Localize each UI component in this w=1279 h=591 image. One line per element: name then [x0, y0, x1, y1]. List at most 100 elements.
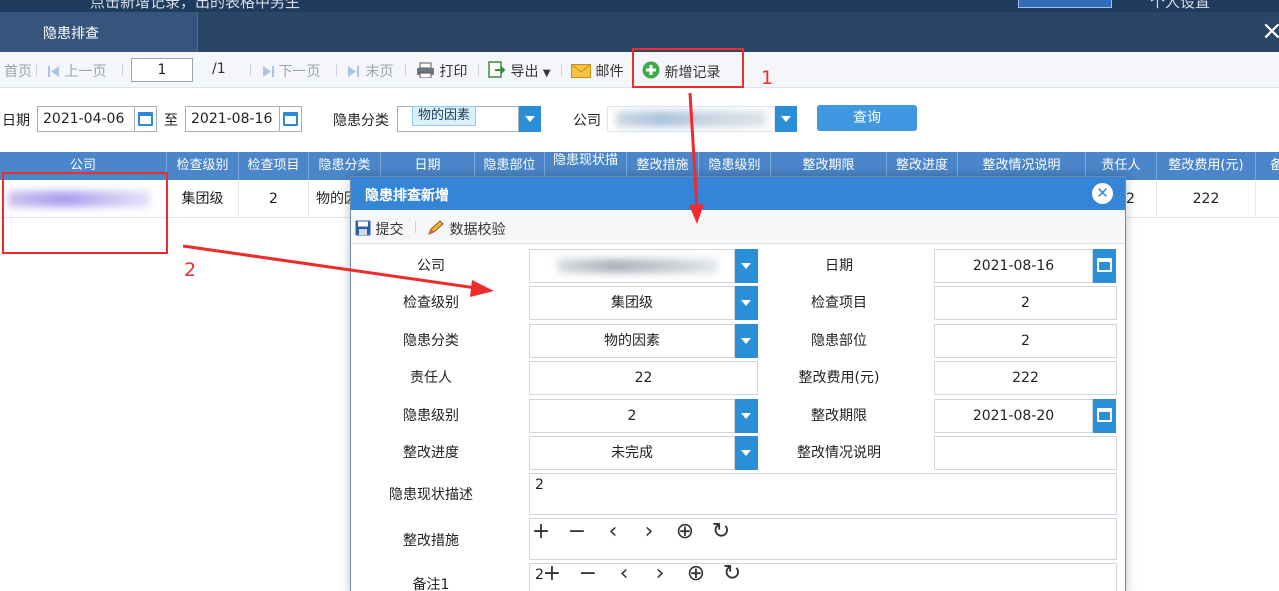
last-page-icon — [348, 66, 359, 77]
next-image-icon[interactable]: › — [642, 561, 678, 586]
save-icon — [355, 220, 371, 236]
query-button[interactable]: 查询 — [817, 105, 917, 131]
fit-image-icon[interactable]: ⊕ — [678, 561, 714, 586]
category-chip[interactable]: 物的因素 — [412, 106, 477, 126]
print-button[interactable]: 打印 — [416, 61, 467, 81]
company-field-input[interactable] — [529, 249, 735, 283]
mail-button[interactable]: 邮件 — [571, 61, 623, 81]
company-filter-select[interactable] — [607, 106, 775, 132]
tab-hazard-inspection[interactable]: 隐患排查 — [0, 12, 198, 52]
last-page-button[interactable]: 末页 — [347, 61, 393, 81]
column-header[interactable]: 备 — [1256, 152, 1279, 180]
company-field-label: 公司 — [417, 258, 445, 274]
zoom-out-icon[interactable]: − — [559, 519, 595, 544]
image-control-toolbar: + − ‹ › ⊕ ↻ — [523, 519, 739, 544]
outer-window-button[interactable] — [1018, 0, 1112, 8]
window-close-icon[interactable]: × — [1261, 17, 1279, 45]
column-header[interactable]: 检查级别 — [167, 152, 239, 180]
dialog-close-icon[interactable]: ✕ — [1092, 183, 1113, 204]
prev-page-button[interactable]: 上一页 — [48, 61, 106, 81]
deadline-calendar-button[interactable] — [1093, 399, 1116, 433]
owner-field-label: 责任人 — [410, 370, 452, 386]
dialog-toolbar: 提交 数据校验 — [351, 210, 1125, 244]
previous-image-icon[interactable]: ‹ — [606, 561, 642, 586]
previous-image-icon[interactable]: ‹ — [595, 519, 631, 544]
item-field-input[interactable]: 2 — [934, 286, 1117, 320]
level-field-input[interactable]: 集团级 — [529, 286, 735, 320]
toolbar-divider — [561, 64, 562, 76]
remark-field-input[interactable]: 2 + − ‹ › ⊕ ↻ — [529, 561, 1117, 591]
page-number-input[interactable]: 1 — [131, 58, 193, 82]
title-bar: 隐患排查 × — [0, 12, 1279, 52]
dialog-title-bar[interactable]: 隐患排查新增 ✕ — [351, 177, 1125, 210]
level-dropdown-button[interactable] — [735, 286, 758, 320]
printer-icon — [417, 62, 434, 78]
fit-image-icon[interactable]: ⊕ — [667, 519, 703, 544]
dialog-title: 隐患排查新增 — [365, 188, 449, 204]
print-label: 打印 — [439, 64, 468, 80]
date-from-input[interactable]: 2021-04-06 — [37, 106, 135, 132]
validate-label: 数据校验 — [449, 222, 506, 238]
submit-button[interactable]: 提交 — [355, 219, 403, 239]
progress-field-label: 整改进度 — [403, 445, 459, 461]
calendar-icon — [1097, 258, 1112, 272]
zoom-in-icon[interactable]: + — [534, 561, 570, 586]
first-page-button[interactable]: 首页 — [4, 61, 32, 81]
export-dropdown-icon[interactable]: ▼ — [543, 68, 551, 79]
cost-field-input[interactable]: 222 — [934, 361, 1117, 395]
rotate-image-icon[interactable]: ↻ — [703, 519, 739, 544]
description-field-input[interactable]: 2 — [529, 473, 1117, 515]
category-dropdown-button[interactable] — [735, 324, 758, 358]
measures-field-input[interactable]: + − ‹ › ⊕ ↻ — [529, 518, 1117, 560]
column-header[interactable]: 检查项目 — [239, 152, 309, 180]
calendar-icon — [1097, 408, 1112, 422]
next-page-label: 下一页 — [278, 64, 321, 80]
toolbar-divider — [122, 64, 123, 76]
outer-window-strip: 点击新增记录，出的表格中另生 个人设置 — [0, 0, 1279, 12]
progress-note-field-input[interactable] — [934, 436, 1117, 470]
deadline-field-input[interactable]: 2021-08-20 — [934, 399, 1093, 433]
mail-label: 邮件 — [595, 64, 624, 80]
next-page-button[interactable]: 下一页 — [262, 61, 320, 81]
chevron-down-icon — [741, 263, 751, 269]
location-field-label: 隐患部位 — [811, 333, 867, 349]
submit-label: 提交 — [375, 222, 404, 238]
hazard-level-dropdown-button[interactable] — [735, 399, 758, 433]
validate-button[interactable]: 数据校验 — [427, 219, 505, 239]
description-field-label: 隐患现状描述 — [389, 487, 473, 503]
location-field-input[interactable]: 2 — [934, 324, 1117, 358]
date-field-input[interactable]: 2021-08-16 — [934, 249, 1093, 283]
cost-field-label: 整改费用(元) — [798, 370, 880, 386]
company-redacted-mask — [558, 259, 718, 273]
level-field-label: 检查级别 — [403, 295, 459, 311]
zoom-in-icon[interactable]: + — [523, 519, 559, 544]
zoom-out-icon[interactable]: − — [570, 561, 606, 586]
company-dropdown-button[interactable] — [775, 106, 797, 132]
image-control-toolbar: + − ‹ › ⊕ ↻ — [534, 561, 750, 586]
next-image-icon[interactable]: › — [631, 519, 667, 544]
rotate-image-icon[interactable]: ↻ — [714, 561, 750, 586]
date-to-calendar-button[interactable] — [280, 106, 302, 132]
tab-label: 隐患排查 — [43, 26, 99, 42]
page-total: /1 — [212, 61, 226, 77]
progress-note-field-label: 整改情况说明 — [797, 445, 881, 461]
progress-field-input[interactable]: 未完成 — [529, 436, 735, 470]
owner-field-input[interactable]: 22 — [529, 361, 758, 395]
chevron-down-icon — [525, 116, 535, 122]
date-calendar-button[interactable] — [1093, 249, 1116, 283]
toolbar-divider — [415, 221, 416, 233]
date-from-calendar-button[interactable] — [135, 106, 157, 132]
date-filter-label: 日期 — [2, 113, 30, 129]
column-header[interactable]: 整改费用(元) — [1157, 152, 1256, 180]
date-to-input[interactable]: 2021-08-16 — [185, 106, 280, 132]
calendar-icon — [138, 112, 153, 126]
annotation-label-1: 1 — [761, 67, 774, 89]
export-label: 导出 — [510, 64, 539, 80]
hazard-level-field-input[interactable]: 2 — [529, 399, 735, 433]
prev-page-label: 上一页 — [64, 64, 107, 80]
category-dropdown-button[interactable] — [519, 106, 541, 132]
progress-dropdown-button[interactable] — [735, 436, 758, 470]
export-button[interactable]: 导出 ▼ — [488, 61, 551, 81]
company-dropdown-button[interactable] — [735, 249, 758, 283]
category-field-input[interactable]: 物的因素 — [529, 324, 735, 358]
